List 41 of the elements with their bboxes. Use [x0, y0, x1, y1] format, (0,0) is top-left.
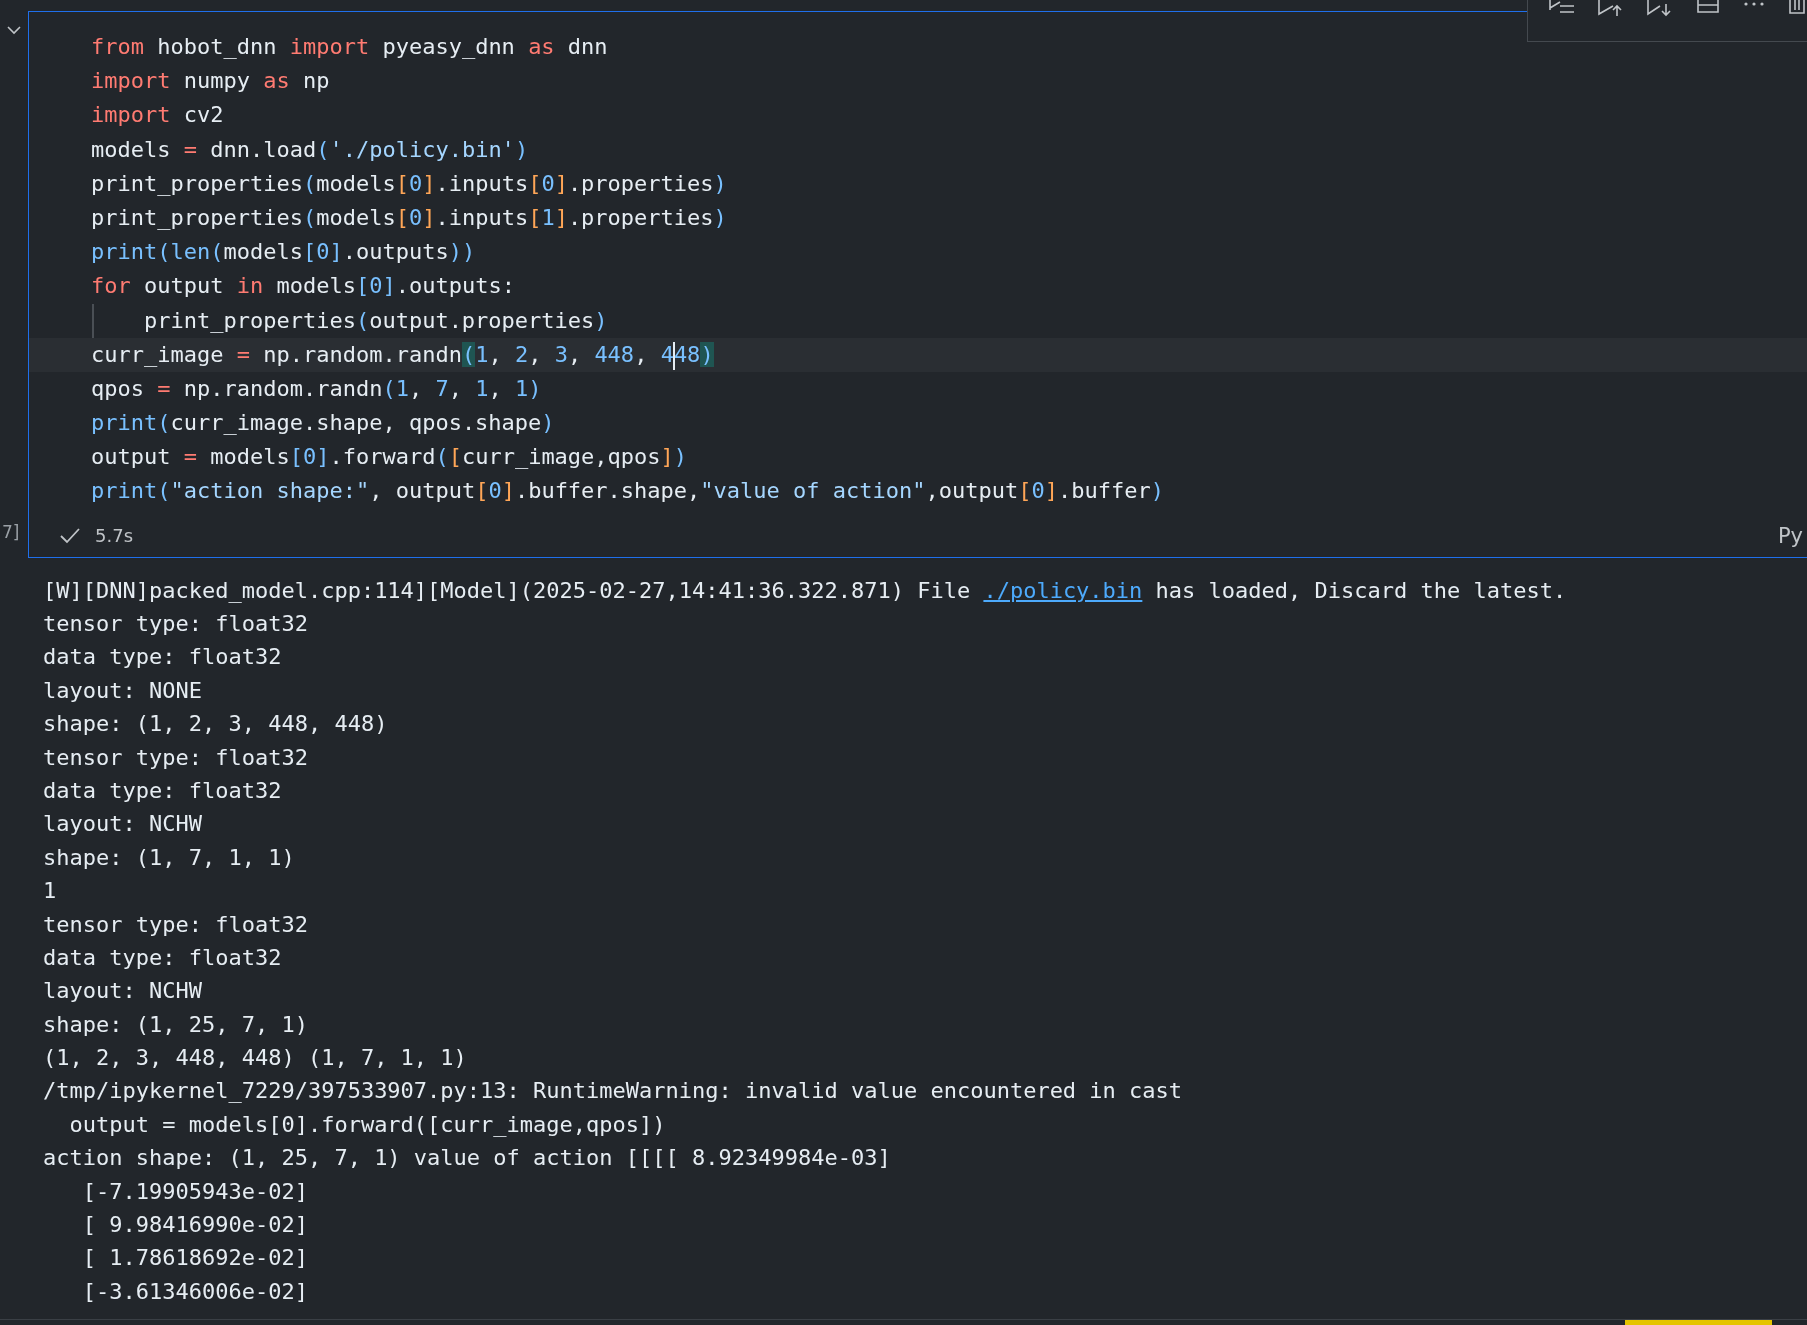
output-line: layout: NONE: [43, 676, 203, 705]
output-line: shape: (1, 2, 3, 448, 448): [43, 710, 389, 739]
output-line: layout: NCHW: [43, 810, 203, 839]
output-line: data type: float32: [43, 776, 283, 805]
output-line: [ 1.78618692e-02]: [81, 1244, 309, 1273]
code-line: print_properties(models[0].inputs[0].properties): [90, 169, 728, 198]
code-line: for output in models[0].outputs:: [90, 272, 516, 301]
output-line: shape: (1, 25, 7, 1): [43, 1010, 309, 1039]
file-link[interactable]: ./policy.bin: [983, 577, 1143, 603]
code-line: models = dnn.load('./policy.bin'): [90, 135, 530, 164]
output-line: action shape: (1, 25, 7, 1) value of action [[[[ 8.92349984e-03]: [43, 1144, 892, 1173]
chevron-icon[interactable]: [6, 25, 22, 35]
output-line: [ 9.98416990e-02]: [81, 1211, 309, 1240]
code-line: print_properties(output.properties): [29, 303, 1807, 338]
code-line: print_properties(models[0].inputs[1].properties): [90, 203, 728, 232]
execution-count: 7]: [2, 521, 20, 542]
output-line: tensor type: float32: [43, 743, 309, 772]
code-line: print(len(models[0].outputs)): [90, 238, 477, 267]
output-line: output = models[0].forward([curr_image,qpos]): [68, 1110, 667, 1139]
output-line: [W][DNN]packed_model.cpp:114][Model](2025-02-27,14:41:36.322.871) File ./policy.bin has loaded, Discard the latest.: [43, 576, 1568, 605]
output-line: shape: (1, 7, 1, 1): [43, 843, 296, 872]
output-line: (1, 2, 3, 448, 448) (1, 7, 1, 1): [43, 1044, 468, 1073]
code-line: import numpy as np: [90, 67, 331, 96]
code-line: import cv2: [90, 101, 225, 130]
code-cell[interactable]: [28, 11, 1807, 558]
output-line: data type: float32: [43, 643, 283, 672]
output-line: tensor type: float32: [43, 610, 309, 638]
code-line: print(curr_image.shape, qpos.shape): [90, 409, 556, 438]
output-line: [-3.61346006e-02]: [81, 1277, 309, 1306]
code-line: output = models[0].forward([curr_image,qpos]): [90, 443, 689, 472]
output-line: layout: NCHW: [43, 977, 203, 1006]
code-line: from hobot_dnn import pyeasy_dnn as dnn: [90, 33, 609, 61]
code-line: print("action shape:", output[0].buffer.shape,"value of action",output[0].buffer): [90, 477, 1165, 506]
kernel-language[interactable]: Py: [1777, 523, 1803, 548]
output-line: 1: [43, 877, 58, 906]
output-line: data type: float32: [43, 943, 283, 972]
code-line: qpos = np.random.randn(1, 7, 1, 1): [90, 374, 543, 403]
output-line: tensor type: float32: [43, 910, 309, 939]
output-line: /tmp/ipykernel_7229/397533907.py:13: RuntimeWarning: invalid value encountered in cast: [43, 1077, 1184, 1106]
execution-time: 5.7s: [95, 525, 133, 547]
output-line: [-7.19905943e-02]: [81, 1177, 309, 1206]
